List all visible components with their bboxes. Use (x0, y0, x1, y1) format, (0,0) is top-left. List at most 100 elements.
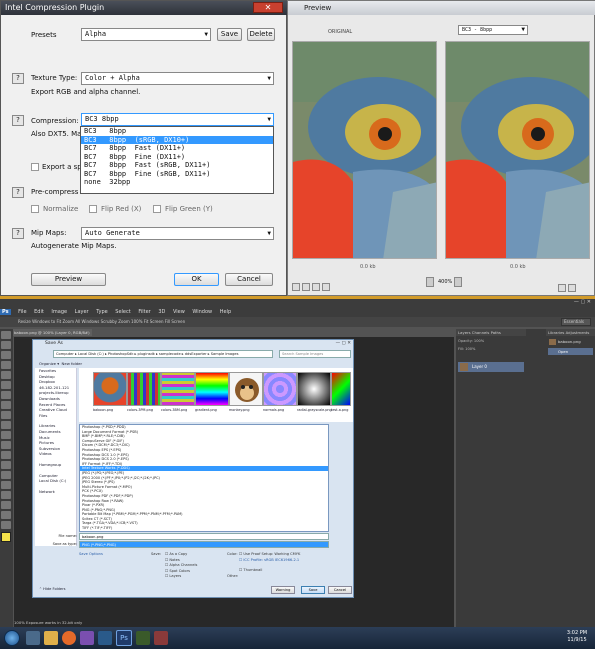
compression-option[interactable]: BC3 8bpp (81, 127, 273, 136)
thumbnail-option[interactable]: ☐ Thumbnail (239, 568, 309, 574)
file-thumbnail[interactable] (331, 372, 351, 406)
app-taskbar-icon[interactable] (136, 631, 150, 645)
delete-preset-button[interactable]: Delete (247, 28, 275, 41)
shape-tool-icon[interactable] (1, 501, 11, 509)
healing-tool-icon[interactable] (1, 391, 11, 399)
cancel-save-button[interactable]: Cancel (328, 586, 352, 594)
menu-window[interactable]: Window (192, 309, 212, 315)
workspace-select[interactable]: Essentials (561, 318, 591, 326)
menu-help[interactable]: Help (220, 309, 231, 315)
compression-option[interactable]: BC7 8bpp Fine (sRGB, DX11+) (81, 170, 273, 179)
lasso-tool-icon[interactable] (1, 351, 11, 359)
eyedropper-tool-icon[interactable] (1, 381, 11, 389)
history-brush-tool-icon[interactable] (1, 421, 11, 429)
menu-type[interactable]: Type (96, 309, 107, 315)
document-tab[interactable]: baboon.png @ 100% (Layer 0, RGB/8#) (12, 329, 92, 336)
channel-buttons[interactable] (292, 276, 332, 291)
app-taskbar-icon[interactable] (98, 631, 112, 645)
icc-profile-option[interactable]: ☐ ICC Profile: sRGB IEC61966-2.1 (239, 558, 309, 564)
dodge-tool-icon[interactable] (1, 461, 11, 469)
history-source-row[interactable]: baboon.png (548, 338, 593, 346)
compression-option[interactable]: BC7 8bpp Fast (sRGB, DX11+) (81, 161, 273, 170)
save-preset-button[interactable]: Save (217, 28, 242, 41)
nav-item[interactable]: Network (39, 489, 76, 495)
crop-tool-icon[interactable] (1, 371, 11, 379)
mipmaps-help-button[interactable]: ? (12, 228, 24, 239)
menu-select[interactable]: Select (115, 309, 130, 315)
texture-help-button[interactable]: ? (12, 73, 24, 84)
channel-g-button[interactable] (302, 283, 310, 291)
compression-help-button[interactable]: ? (12, 115, 24, 126)
view-mode-button[interactable] (568, 284, 576, 292)
system-tray-icons[interactable] (515, 635, 555, 641)
filename-input[interactable]: baboon.png (79, 533, 329, 540)
compression-option[interactable]: BC7 8bpp Fine (DX11+) (81, 153, 273, 162)
tab-layers[interactable]: Layers (458, 330, 471, 335)
saveas-type-select[interactable]: PNG (*.PNG;*.PNG) (79, 541, 329, 548)
zoom-out-button[interactable] (426, 277, 434, 287)
tab-paths[interactable]: Paths (491, 330, 501, 335)
window-controls-icon[interactable]: — ▢ ✕ (309, 340, 353, 347)
breadcrumb[interactable]: Computer ▸ Local Disk (C:) ▸ PhotoshopSd… (53, 350, 273, 358)
libraries-panel-tabs[interactable]: Libraries Adjustments (546, 329, 595, 336)
hand-tool-icon[interactable] (1, 511, 11, 519)
quick-select-tool-icon[interactable] (1, 361, 11, 369)
flip-green-checkbox[interactable] (153, 205, 161, 213)
file-thumbnail[interactable] (161, 372, 195, 406)
window-controls-icon[interactable]: — ▢ ✕ (574, 299, 591, 305)
foreground-color-swatch[interactable] (1, 532, 11, 542)
layers-option[interactable]: ☐ Layers (165, 574, 181, 580)
search-input[interactable]: Search Sample Images (279, 350, 351, 358)
warning-button[interactable]: Warning (271, 586, 295, 594)
view-mode-buttons[interactable] (558, 277, 588, 292)
organize-button[interactable]: Organize ▾ (39, 361, 59, 366)
app-taskbar-icon[interactable] (154, 631, 168, 645)
menu-filter[interactable]: Filter (138, 309, 150, 315)
mipmaps-select[interactable]: Auto Generate ▼ (81, 227, 274, 240)
photoshop-taskbar-icon[interactable]: Ps (116, 630, 132, 646)
file-thumbnail[interactable] (297, 372, 331, 406)
clock[interactable]: 3:02 PM 11/9/15 (562, 630, 592, 646)
firefox-taskbar-icon[interactable] (62, 631, 76, 645)
brush-tool-icon[interactable] (1, 401, 11, 409)
ie-taskbar-icon[interactable] (26, 631, 40, 645)
compression-option[interactable]: none 32bpp (81, 178, 273, 187)
file-thumbnail[interactable] (263, 372, 297, 406)
compression-dropdown-list[interactable]: BC3 8bpp BC3 8bpp (sRGB, DX10+) BC7 8bpp… (80, 126, 274, 194)
menu-3d[interactable]: 3D (158, 309, 165, 315)
ps-options-bar[interactable]: Resize Windows to Fit Zoom All Windows S… (0, 317, 595, 327)
visual-studio-taskbar-icon[interactable] (80, 631, 94, 645)
view-mode-button[interactable] (558, 284, 566, 292)
type-tool-icon[interactable] (1, 481, 11, 489)
menu-view[interactable]: View (173, 309, 185, 315)
cancel-button[interactable]: Cancel (225, 273, 273, 286)
opacity-control[interactable]: Opacity: 100% (458, 339, 524, 345)
menu-layer[interactable]: Layer (75, 309, 89, 315)
export-alpha-checkbox[interactable] (31, 163, 39, 171)
layer-row[interactable]: Layer 0 (458, 362, 524, 372)
explorer-taskbar-icon[interactable] (44, 631, 58, 645)
zoom-in-button[interactable] (454, 277, 462, 287)
start-button-icon[interactable] (4, 630, 20, 646)
menu-file[interactable]: File (18, 309, 26, 315)
ok-button[interactable]: OK (174, 273, 219, 286)
zoom-tool-icon[interactable] (1, 521, 11, 529)
precompress-help-button[interactable]: ? (12, 187, 24, 198)
file-thumbnail[interactable] (127, 372, 161, 406)
format-dropdown-list[interactable]: Photoshop (*.PSD;*.PDD) Large Document F… (79, 424, 329, 532)
tab-channels[interactable]: Channels (472, 330, 490, 335)
file-thumbnail[interactable] (93, 372, 127, 406)
gradient-tool-icon[interactable] (1, 441, 11, 449)
layers-panel-tabs[interactable]: Layers Channels Paths (456, 329, 526, 336)
tab-adjustments[interactable]: Adjustments (566, 330, 590, 335)
format-option[interactable]: TIFF (*.TIF;*.TIFF) (80, 526, 328, 531)
compression-option[interactable]: BC7 8bpp Fast (DX11+) (81, 144, 273, 153)
pen-tool-icon[interactable] (1, 471, 11, 479)
channel-b-button[interactable] (312, 283, 320, 291)
fill-control[interactable]: Fill: 100% (458, 347, 524, 353)
channel-a-button[interactable] (322, 283, 330, 291)
save-button[interactable]: Save (301, 586, 325, 594)
marquee-tool-icon[interactable] (1, 341, 11, 349)
stamp-tool-icon[interactable] (1, 411, 11, 419)
file-thumbnail[interactable] (195, 372, 229, 406)
